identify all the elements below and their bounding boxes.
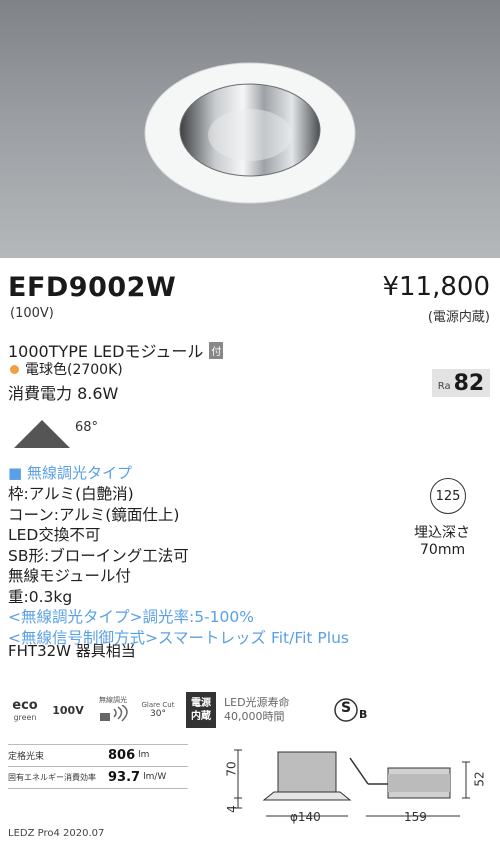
perf-row-flux: 定格光束 806 lm xyxy=(8,744,188,766)
perf-value: 806 xyxy=(108,747,136,763)
perf-unit: lm xyxy=(138,750,150,760)
power-box-line1: 電源 xyxy=(191,698,211,709)
cert-sub: B xyxy=(359,708,368,721)
color-temp-row: 電球色(2700K) xyxy=(10,359,123,379)
ra-label: Ra xyxy=(437,380,451,392)
category-label: ■ 無線調光タイプ xyxy=(8,464,132,482)
color-temp: 電球色(2700K) xyxy=(25,362,123,378)
ra-badge: Ra 82 xyxy=(432,369,490,397)
dim-bottom: 4 xyxy=(224,805,239,813)
perf-unit: lm/W xyxy=(143,772,167,782)
voltage-badge-text: 100V xyxy=(52,703,84,717)
footer: LEDZ Pro4 2020.07 xyxy=(8,828,105,839)
dimension-drawing: 70 4 φ140 52 159 xyxy=(224,744,490,832)
color-dot-icon xyxy=(10,364,19,374)
wireless-badge: 無線調光 xyxy=(94,690,132,730)
price: ¥11,800 xyxy=(382,272,490,302)
spec-list: 枠:アルミ(白艶消) コーン:アルミ(鏡面仕上) LED交換不可 SB形:ブロー… xyxy=(8,484,349,648)
dim-length: 159 xyxy=(404,810,427,824)
eco-text: eco xyxy=(12,698,38,713)
power-box-line2: 内蔵 xyxy=(191,711,211,722)
product-photo xyxy=(0,0,500,258)
voltage: (100V) xyxy=(10,306,54,321)
dim-diameter: φ140 xyxy=(290,810,321,824)
spec-line: LED交換不可 xyxy=(8,526,101,544)
spec-line: コーン:アルミ(鏡面仕上) xyxy=(8,505,180,524)
divider xyxy=(8,788,188,789)
beam-angle: 68° xyxy=(75,420,99,435)
dimming-rate: <無線調光タイプ>調光率:5-100% xyxy=(8,608,254,626)
cert-letter: S xyxy=(341,700,352,716)
cutout-size: 125 xyxy=(435,488,461,504)
spec-line: 無線モジュール付 xyxy=(8,567,131,585)
life-line2: 40,000時間 xyxy=(224,710,285,723)
glare-label: Glare Cut xyxy=(141,701,175,709)
depth-label: 埋込深さ xyxy=(414,525,470,541)
spec-line: 枠:アルミ(白艶消) xyxy=(8,485,134,503)
glare-value: 30° xyxy=(150,709,166,719)
eco-badge: eco green xyxy=(8,690,42,730)
life-line1: LED光源寿命 xyxy=(224,696,290,709)
spec-line: 重:0.3kg xyxy=(8,587,73,606)
wireless-icon xyxy=(100,705,128,722)
perf-label: 定格光束 xyxy=(8,751,45,762)
sb-cert-badge: S B xyxy=(332,694,368,726)
included-tag: 付 xyxy=(209,341,224,359)
green-text: green xyxy=(13,713,37,722)
depth-value: 70mm xyxy=(420,542,466,558)
perf-value: 93.7 xyxy=(108,769,141,785)
beam-angle-icon xyxy=(12,418,72,454)
equivalent: FHT32W 器具相当 xyxy=(8,642,136,660)
glare-badge: Glare Cut 30° xyxy=(140,690,176,730)
perf-label: 固有エネルギー消費効率 xyxy=(8,772,96,782)
voltage-badge: 100V xyxy=(50,690,86,730)
spec-line: SB形:ブローイング工法可 xyxy=(8,546,189,565)
price-note: (電源内蔵) xyxy=(427,310,490,325)
built-in-power-badge: 電源 内蔵 xyxy=(186,692,216,728)
model-number: EFD9002W xyxy=(8,272,177,303)
life-badge: LED光源寿命 40,000時間 xyxy=(224,692,320,728)
dim-height: 70 xyxy=(224,761,239,777)
perf-row-efficiency: 固有エネルギー消費効率 93.7 lm/W xyxy=(8,766,188,788)
wireless-label: 無線調光 xyxy=(99,696,127,704)
downlight-image xyxy=(144,62,356,204)
ra-value: 82 xyxy=(453,370,485,396)
power-consumption: 消費電力 8.6W xyxy=(8,384,119,403)
dim-side: 52 xyxy=(472,771,487,787)
cutout-size-badge: 125 xyxy=(430,478,466,514)
